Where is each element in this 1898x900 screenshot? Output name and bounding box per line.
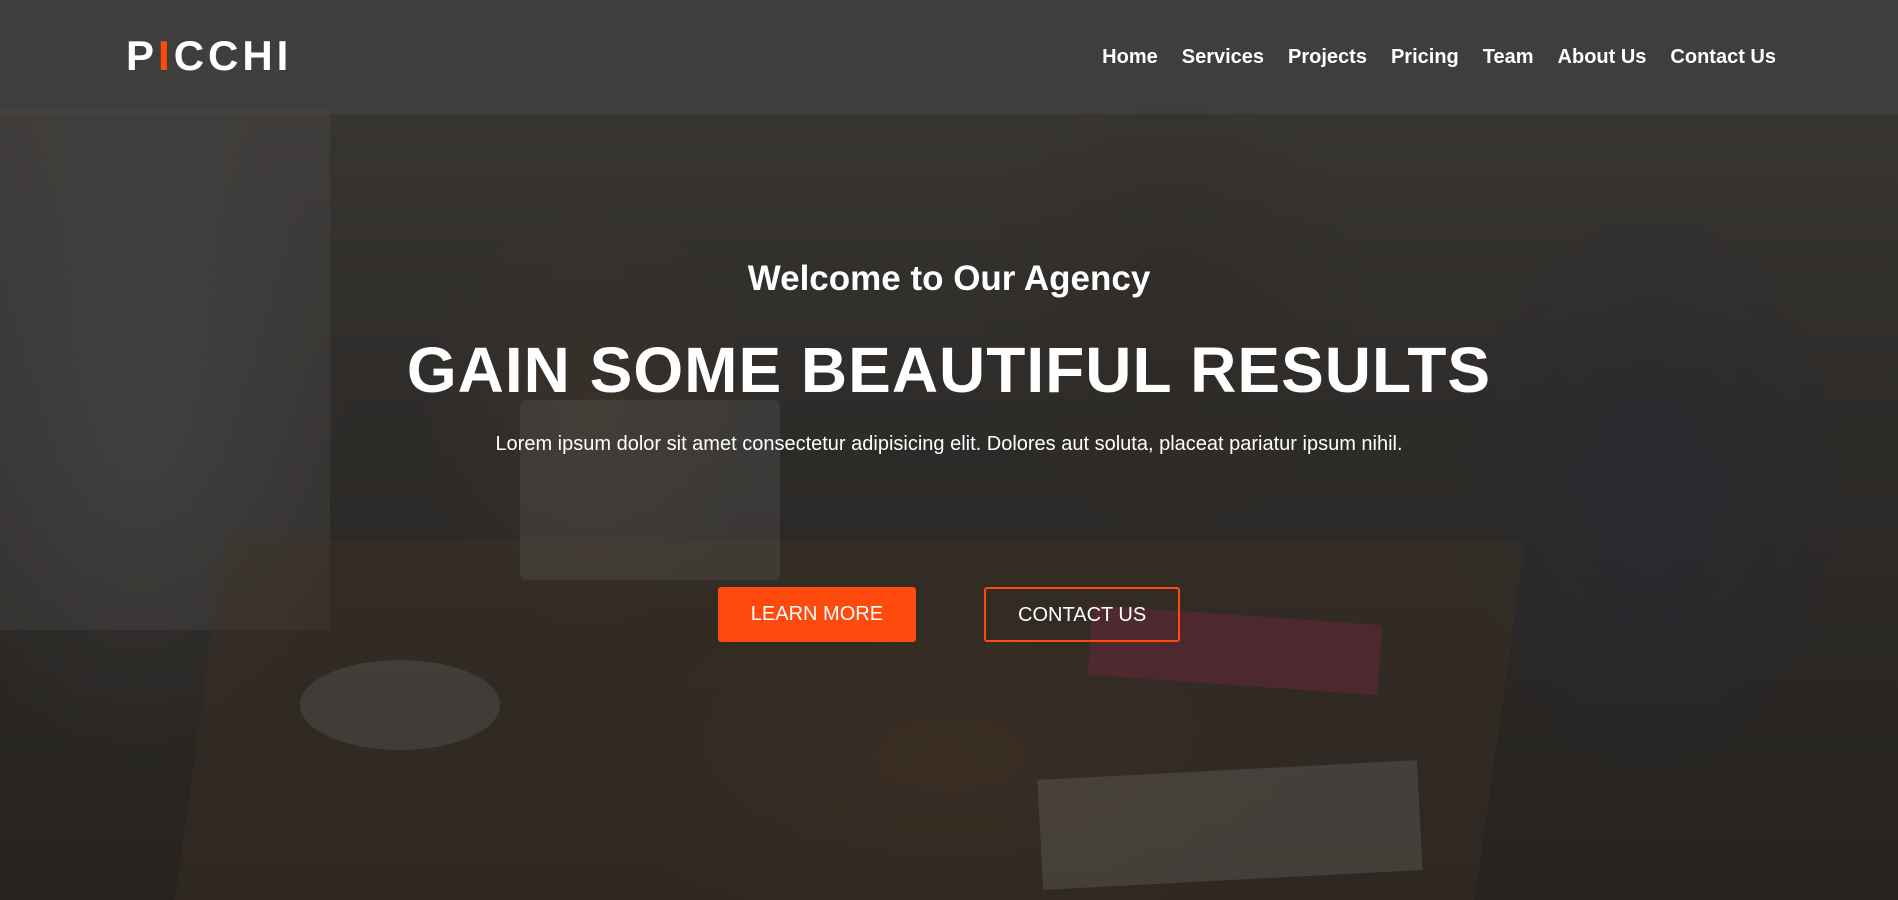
hero-section: PICCHI Home Services Projects Pricing Te…	[0, 0, 1898, 900]
logo-text-accent: I	[158, 32, 174, 79]
nav-link-services[interactable]: Services	[1182, 44, 1264, 70]
hero-cta-row: LEARN MORE CONTACT US	[0, 587, 1898, 642]
logo-text-prefix: P	[126, 32, 159, 79]
nav-link-team[interactable]: Team	[1483, 44, 1534, 70]
hero-subtitle: Welcome to Our Agency	[747, 259, 1151, 298]
contact-us-button[interactable]: CONTACT US	[984, 587, 1181, 642]
nav-link-contact-us[interactable]: Contact Us	[1670, 44, 1776, 70]
learn-more-button[interactable]: LEARN MORE	[717, 587, 917, 642]
hero-headline: GAIN SOME BEAUTIFUL RESULTS	[406, 334, 1492, 406]
main-nav: Home Services Projects Pricing Team Abou…	[1102, 44, 1776, 70]
nav-link-pricing[interactable]: Pricing	[1391, 44, 1459, 70]
logo-text-suffix: CCHI	[173, 32, 293, 79]
nav-link-projects[interactable]: Projects	[1288, 44, 1367, 70]
hero-lead-text: Lorem ipsum dolor sit amet consectetur a…	[495, 433, 1403, 455]
nav-link-home[interactable]: Home	[1102, 44, 1158, 70]
top-navbar: PICCHI Home Services Projects Pricing Te…	[0, 0, 1898, 114]
nav-link-about-us[interactable]: About Us	[1558, 44, 1647, 70]
hero-content: Welcome to Our Agency GAIN SOME BEAUTIFU…	[0, 255, 1898, 458]
site-logo[interactable]: PICCHI	[126, 34, 292, 78]
